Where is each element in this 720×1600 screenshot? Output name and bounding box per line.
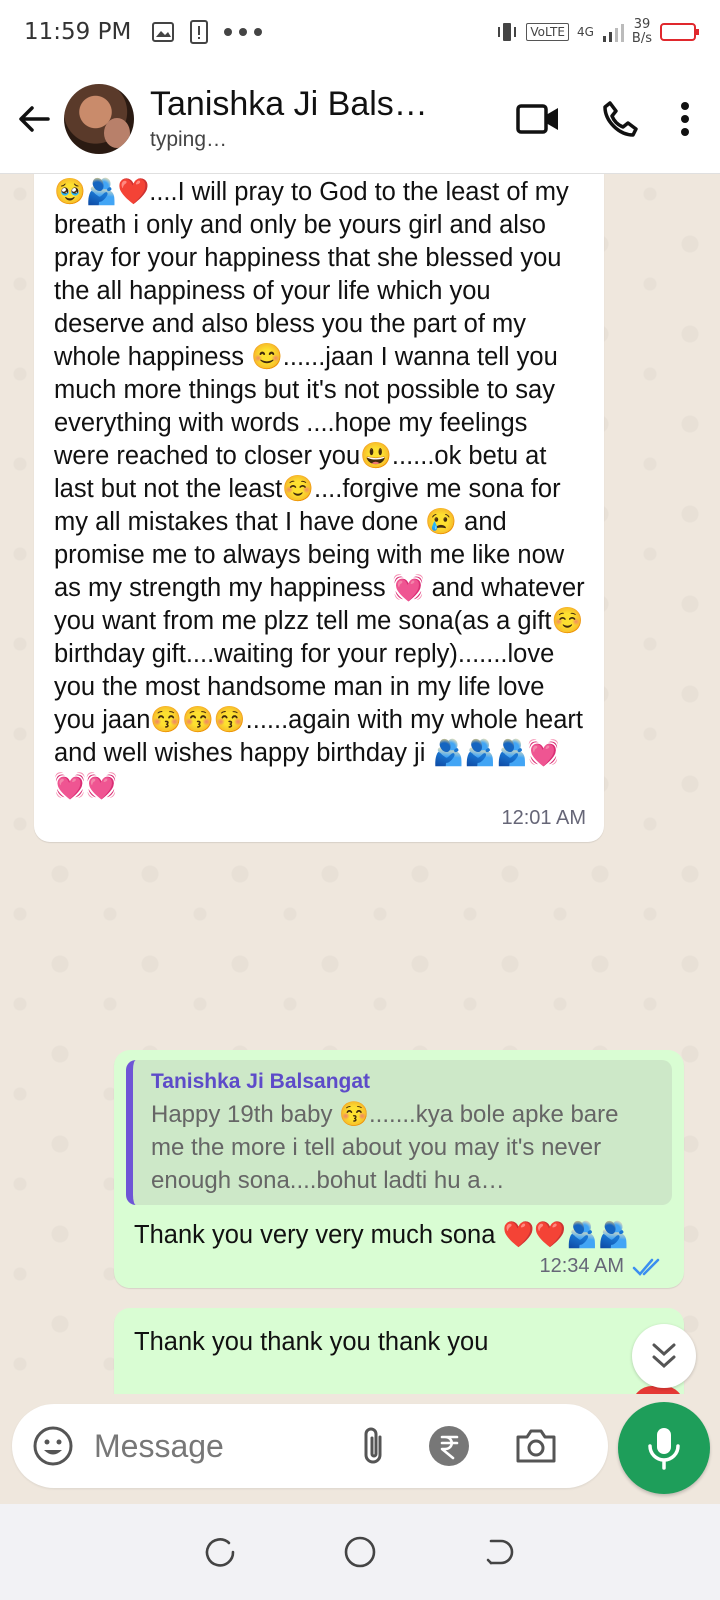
contact-avatar[interactable]: [64, 83, 134, 154]
more-options-icon[interactable]: [680, 101, 690, 137]
incoming-message-text: 🥹🫂❤️....I will pray to God to the least …: [54, 178, 592, 800]
vibrate-icon: [498, 23, 517, 41]
status-time: 11:59 PM: [24, 19, 132, 45]
contact-name: Tanishka Ji Bals…: [150, 85, 428, 123]
incoming-message-time: 12:01 AM: [501, 807, 586, 829]
home-icon[interactable]: [343, 1535, 377, 1569]
emoji-icon[interactable]: [32, 1425, 74, 1467]
voice-call-icon[interactable]: [600, 99, 640, 139]
arrow-left-icon: [19, 105, 50, 132]
message-input-container: [12, 1404, 608, 1488]
camera-icon: [516, 1429, 556, 1463]
outgoing-partial-text: Thank you thank you thank you: [134, 1328, 489, 1356]
network-speed: 39 B/s: [632, 18, 652, 46]
chat-messages[interactable]: 🥹🫂❤️....I will pray to God to the least …: [0, 174, 720, 1394]
system-navigation-bar: [0, 1504, 720, 1600]
outgoing-message-meta: 12:34 AM: [126, 1255, 672, 1278]
quoted-message-author: Tanishka Ji Balsangat: [151, 1070, 371, 1093]
outgoing-reply-message[interactable]: Tanishka Ji Balsangat Happy 19th baby 😚.…: [114, 1050, 684, 1288]
double-check-read-icon: [632, 1258, 660, 1276]
status-bar: 11:59 PM VoLTE 4G 39 B/s: [0, 0, 720, 64]
contact-info[interactable]: Tanishka Ji Bals… typing…: [150, 85, 428, 152]
video-call-icon[interactable]: [516, 102, 560, 136]
outgoing-message-text: Thank you very very much sona ❤️❤️🫂🫂: [134, 1221, 630, 1249]
outgoing-partial-message[interactable]: Thank you thank you thank you: [114, 1308, 684, 1394]
status-notification-icons: [151, 19, 263, 45]
microphone-icon: [648, 1428, 680, 1470]
double-chevron-down-icon: [652, 1343, 676, 1369]
rupee-icon: [429, 1426, 469, 1466]
scroll-to-bottom-button[interactable]: [632, 1324, 696, 1388]
network-gen-label: 4G: [576, 25, 594, 39]
quoted-message[interactable]: Tanishka Ji Balsangat Happy 19th baby 😚.…: [126, 1060, 672, 1205]
back-nav-icon[interactable]: [483, 1535, 517, 1569]
signal-icon: [602, 24, 624, 42]
attach-button[interactable]: [358, 1425, 388, 1467]
battery-icon: [660, 23, 699, 41]
outgoing-message-time: 12:34 AM: [539, 1255, 624, 1277]
message-input[interactable]: [94, 1427, 344, 1465]
header-actions: [516, 99, 690, 139]
gallery-notification-icon: [152, 22, 175, 42]
incoming-message[interactable]: 🥹🫂❤️....I will pray to God to the least …: [34, 174, 604, 842]
payment-button[interactable]: [428, 1425, 470, 1467]
alert-notification-icon: [190, 20, 209, 44]
chat-header: Tanishka Ji Bals… typing…: [0, 64, 720, 174]
status-right-icons: VoLTE 4G 39 B/s: [496, 18, 699, 46]
speed-value: 39: [633, 17, 651, 32]
volte-badge: VoLTE: [526, 23, 569, 41]
message-composer: [0, 1394, 720, 1504]
camera-button[interactable]: [514, 1427, 558, 1465]
quoted-message-text: Happy 19th baby 😚.......kya bole apke ba…: [151, 1101, 619, 1194]
voice-message-button[interactable]: [618, 1402, 710, 1494]
speed-unit: B/s: [631, 31, 652, 46]
back-button[interactable]: [4, 89, 64, 149]
paperclip-icon: [364, 1427, 382, 1464]
contact-status: typing…: [150, 128, 228, 151]
recent-apps-icon[interactable]: [203, 1535, 237, 1569]
more-notifications-icon: [224, 28, 263, 36]
